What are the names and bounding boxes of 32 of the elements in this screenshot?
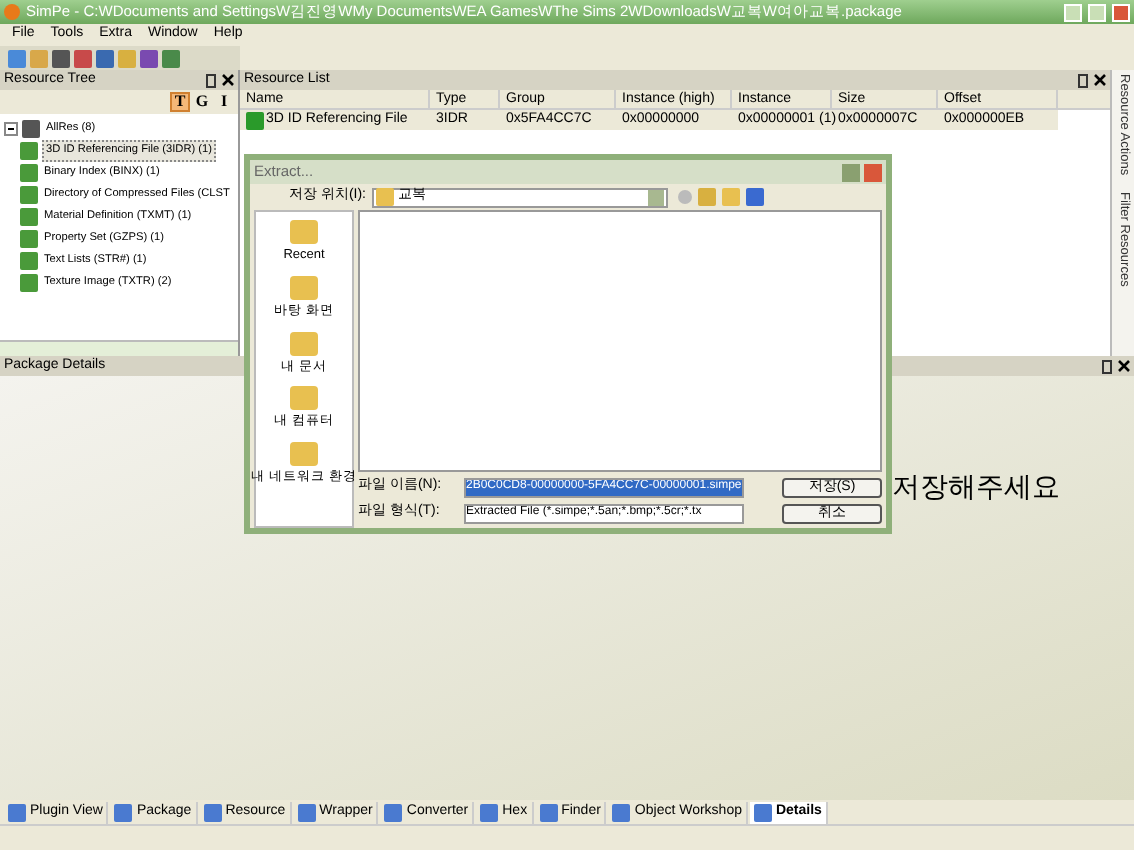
close-button[interactable]	[864, 163, 882, 181]
tab-icon	[753, 803, 772, 821]
close-icon[interactable]	[222, 74, 234, 86]
tab-icon	[539, 803, 558, 821]
file-list[interactable]	[358, 210, 882, 472]
folder-icon	[376, 188, 394, 206]
folder-icon	[289, 220, 318, 244]
tab-icon	[480, 803, 499, 821]
tab-icon	[8, 803, 26, 821]
folder-icon	[290, 442, 318, 466]
folder-icon	[290, 331, 318, 355]
folder-icon	[290, 275, 318, 300]
collapse-toggle[interactable]	[4, 122, 18, 136]
pin-icon[interactable]	[1078, 73, 1088, 87]
overlay-note: 저장해주세요	[892, 468, 1060, 506]
close-icon[interactable]	[1094, 74, 1106, 86]
close-icon[interactable]	[1118, 360, 1130, 372]
folder-icon	[290, 386, 318, 411]
view-toggle[interactable]: T	[170, 92, 190, 112]
close-button[interactable]	[1112, 3, 1130, 21]
tab-icon	[384, 803, 403, 821]
horizontal-scrollbar[interactable]	[0, 340, 238, 356]
app-logo-icon	[4, 4, 20, 20]
pin-icon[interactable]	[206, 73, 216, 87]
tab-icon	[114, 803, 133, 821]
view-toggle[interactable]: G	[192, 92, 212, 112]
help-button[interactable]	[842, 163, 860, 181]
tab-icon	[203, 803, 222, 821]
tab-icon	[297, 803, 316, 821]
view-toggle[interactable]: I	[214, 92, 234, 112]
pin-icon[interactable]	[1102, 359, 1112, 373]
tab-icon	[612, 803, 631, 821]
